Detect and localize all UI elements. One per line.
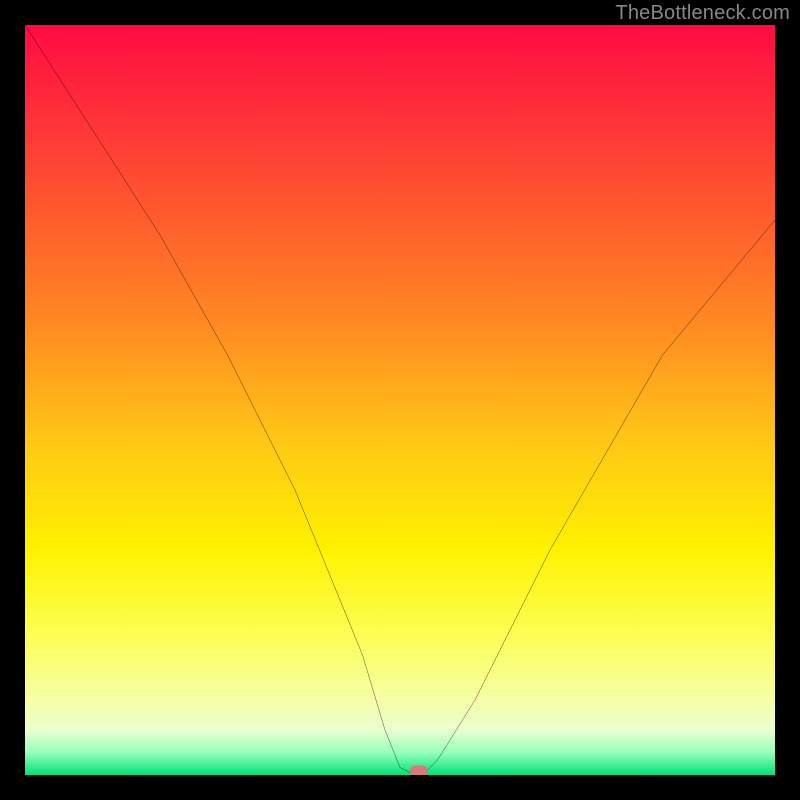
curve-path — [25, 25, 775, 775]
plot-area — [25, 25, 775, 775]
chart-frame: TheBottleneck.com — [0, 0, 800, 800]
watermark-text: TheBottleneck.com — [615, 2, 790, 25]
optimal-point-marker — [410, 766, 428, 775]
bottleneck-curve — [25, 25, 775, 775]
